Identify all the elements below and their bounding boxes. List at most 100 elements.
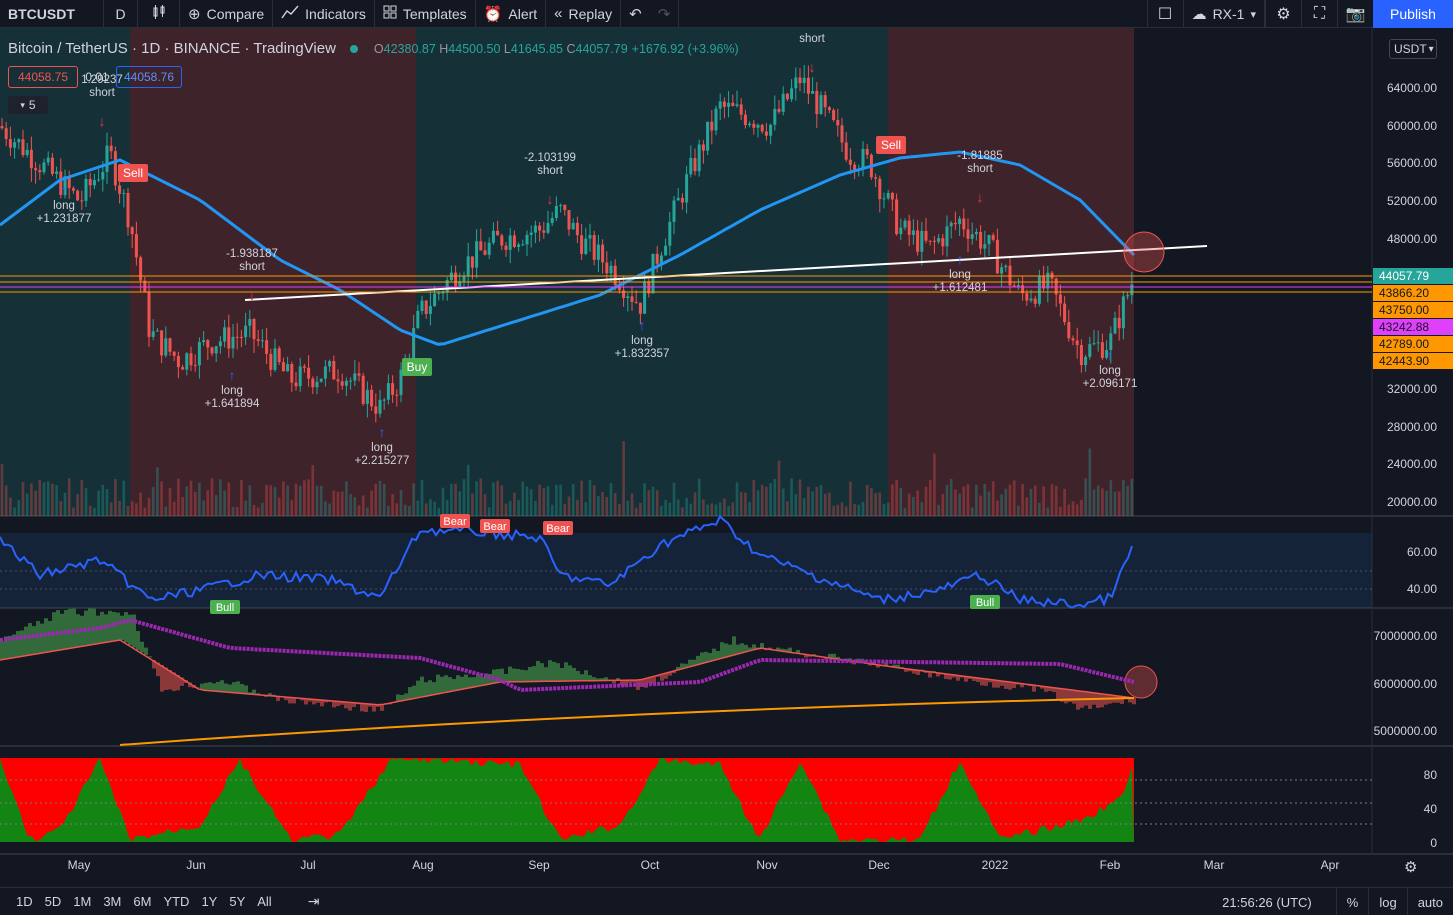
highlight-circle[interactable] <box>1123 231 1165 273</box>
candle-body <box>1092 343 1096 345</box>
divergence-label[interactable]: Bear <box>440 514 470 528</box>
obv-fill <box>216 681 220 692</box>
range-button-ytd[interactable]: YTD <box>157 894 195 909</box>
volume-bar <box>72 507 75 516</box>
candle-body <box>290 364 294 383</box>
fullscreen-button[interactable]: ⛶ <box>1301 0 1337 28</box>
volume-bar <box>1126 485 1129 516</box>
price-label: 43866.20 <box>1373 285 1453 301</box>
buy-price-button[interactable]: 44058.76 <box>116 66 182 88</box>
replay-label: Replay <box>568 5 613 22</box>
volume-bar <box>819 485 823 516</box>
candle-body <box>567 210 571 230</box>
layout-name-button[interactable]: ☁ RX-1 ▾ <box>1182 0 1265 28</box>
candle-body <box>533 225 537 233</box>
divergence-label[interactable]: Bull <box>210 600 240 614</box>
redo-button[interactable]: ↷ <box>650 0 680 28</box>
obv-fill <box>460 676 464 690</box>
price-scale[interactable]: 64000.00 60000.00 56000.00 52000.00 48000.00… <box>1372 28 1453 516</box>
percent-scale-toggle[interactable]: % <box>1335 888 1369 915</box>
sell-signal-label[interactable]: Sell <box>876 136 906 154</box>
range-button-1d[interactable]: 1D <box>0 894 39 909</box>
signal-text: Sell <box>123 166 143 180</box>
snapshot-button[interactable]: 📷 <box>1337 0 1373 28</box>
obv-fill <box>540 663 544 682</box>
layout-select-button[interactable]: ☐ <box>1146 0 1183 28</box>
trade-side-text: short <box>967 163 993 175</box>
divergence-label[interactable]: Bear <box>480 519 510 533</box>
divergence-label[interactable]: Bear <box>543 521 573 535</box>
range-button-all[interactable]: All <box>251 894 277 909</box>
candle-body <box>777 108 781 112</box>
range-button-1y[interactable]: 1Y <box>195 894 223 909</box>
interval-button[interactable]: D <box>104 0 138 28</box>
volume-bar <box>458 491 462 516</box>
obv-fill <box>436 674 440 695</box>
scale-tick: 80 <box>1423 768 1437 782</box>
obv-long-ma-line[interactable] <box>119 697 1135 746</box>
goto-date-icon[interactable]: ⇥ <box>308 893 320 910</box>
arrow-up-icon: ↑ <box>379 424 386 440</box>
chart-settings-button[interactable]: ⚙ <box>1404 858 1417 876</box>
layers-count: 5 <box>28 98 36 112</box>
candle-body <box>806 77 810 94</box>
indicators-button[interactable]: Indicators <box>273 0 375 28</box>
volume-bar <box>1042 486 1045 516</box>
candle-body <box>55 171 59 174</box>
volume-bar <box>899 488 903 516</box>
replay-button[interactable]: « Replay <box>546 0 622 28</box>
candle-body <box>454 272 458 287</box>
buy-signal-label[interactable]: Buy <box>402 358 432 376</box>
range-button-1m[interactable]: 1M <box>67 894 97 909</box>
scale-tick: 0 <box>1430 836 1437 850</box>
candle-body <box>315 381 319 388</box>
compare-button[interactable]: ⊕ Compare <box>180 0 274 28</box>
trade-side-text: short <box>89 87 115 99</box>
volume-bar <box>630 493 634 516</box>
candle-body <box>189 353 193 366</box>
obv-fill <box>552 661 556 682</box>
candle-body <box>437 292 441 294</box>
range-button-3m[interactable]: 3M <box>97 894 127 909</box>
settings-button[interactable]: ⚙ <box>1265 0 1301 28</box>
rsi-scale[interactable]: 60.00 40.00 <box>1372 518 1453 608</box>
publish-button[interactable]: Publish <box>1373 0 1453 28</box>
alert-button[interactable]: ⏰ Alert <box>476 0 547 28</box>
symbol-search-button[interactable]: BTCUSDT <box>0 0 104 28</box>
obv-fill <box>40 623 44 654</box>
candle-body <box>895 199 899 235</box>
obv-fill <box>432 682 436 696</box>
obv-fill <box>72 608 76 648</box>
log-scale-toggle[interactable]: log <box>1368 888 1406 915</box>
range-button-6m[interactable]: 6M <box>127 894 157 909</box>
low-value: 41645.85 <box>510 41 564 56</box>
utc-clock[interactable]: 21:56:26 (UTC) <box>1222 895 1312 910</box>
candle-body <box>134 234 138 258</box>
templates-button[interactable]: Templates <box>375 0 476 28</box>
sell-signal-label[interactable]: Sell <box>118 164 148 182</box>
candle-body <box>202 340 206 343</box>
chart-canvas[interactable]: SellBuySell↑long+1.231877↓short1.29237↓s… <box>0 28 1453 855</box>
volume-bar <box>1113 491 1117 516</box>
candle-body <box>546 222 550 233</box>
volume-bar <box>290 500 294 516</box>
volume-bar <box>664 499 667 516</box>
candle-body <box>428 306 432 314</box>
range-button-5d[interactable]: 5D <box>39 894 68 909</box>
indicators-collapse-button[interactable]: ▾ 5 <box>8 96 48 114</box>
obv-scale[interactable]: 7000000.00 6000000.00 5000000.00 <box>1372 610 1453 746</box>
obv-fill <box>536 660 540 682</box>
obv-fill <box>240 683 244 694</box>
oscillator-scale[interactable]: 80 40 0 <box>1372 748 1453 854</box>
volume-bar <box>760 485 764 516</box>
candle-body <box>781 93 785 112</box>
candle-body <box>974 231 978 235</box>
range-button-5y[interactable]: 5Y <box>223 894 251 909</box>
volume-bar <box>1008 484 1012 516</box>
sell-price-button[interactable]: 44058.75 <box>8 66 78 88</box>
undo-button[interactable]: ↶ <box>621 0 650 28</box>
candle-body <box>353 373 357 381</box>
chart-type-button[interactable] <box>138 0 180 28</box>
auto-scale-toggle[interactable]: auto <box>1406 888 1453 915</box>
divergence-label[interactable]: Bull <box>970 595 1000 609</box>
